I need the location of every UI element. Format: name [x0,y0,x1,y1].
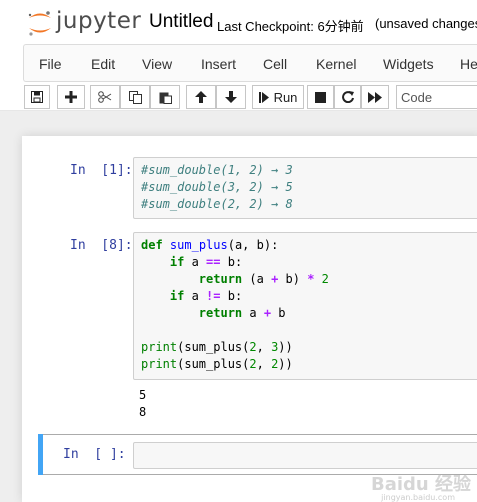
add-cell-icon [65,91,77,103]
menu-kernel[interactable]: Kernel [316,56,356,72]
fast-forward-icon [368,91,382,103]
cell-output: 5 8 [139,387,146,421]
code-line: def sum_plus(a, b): [141,238,279,252]
code-line: #sum_double(2, 2) → 8 [141,197,293,211]
menu-insert[interactable]: Insert [201,56,236,72]
code-line: if a == b: [169,255,243,269]
notebook-header: jupyter Untitled Last Checkpoint: 6分钟前 (… [0,0,477,111]
cut-button[interactable] [90,85,120,109]
menu-edit[interactable]: Edit [91,56,115,72]
menu-help[interactable]: Help [460,56,477,72]
autosave-status: (unsaved changes) [375,16,477,31]
code-text: #sum_double(1, 2) → 3 #sum_double(3, 2) … [141,162,293,213]
input-prompt: In [ ]: [63,447,126,462]
jupyter-logo-text[interactable]: jupyter [56,8,141,34]
copy-icon [128,90,142,104]
save-icon [31,91,43,103]
code-text: def sum_plus(a, b): if a == b: return (a… [141,237,329,373]
paste-button[interactable] [150,85,180,109]
code-line: #sum_double(1, 2) → 3 [141,163,293,177]
notebook-title[interactable]: Untitled [149,11,213,33]
restart-icon [341,91,354,103]
restart-kernel-button[interactable] [334,85,361,109]
output-line: 8 [139,405,147,419]
code-line: #sum_double(3, 2) → 5 [141,180,293,194]
run-button[interactable]: Run [252,85,304,109]
code-line: if a != b: [169,289,243,303]
move-down-icon [225,91,237,103]
stop-icon [315,91,326,103]
copy-button[interactable] [120,85,150,109]
code-line: return (a + b) * 2 [198,272,329,286]
menu-bar: File Edit View Insert Cell Kernel Widget… [23,44,477,82]
code-line: print(sum_plus(2, 2)) [141,357,293,371]
move-up-button[interactable] [186,85,216,109]
watermark-subtext: jingyan.baidu.com [381,493,455,502]
add-cell-button[interactable] [57,85,85,109]
move-down-button[interactable] [216,85,246,109]
move-up-icon [195,91,207,103]
menu-widgets[interactable]: Widgets [383,56,434,72]
cell-type-select[interactable]: Code [396,85,477,109]
selected-cell-indicator [38,434,43,475]
input-prompt: In [8]: [70,238,133,253]
output-line: 5 [139,388,147,402]
input-prompt: In [1]: [70,163,133,178]
jupyter-logo-icon[interactable] [26,9,54,37]
save-button[interactable] [24,85,50,109]
menu-file[interactable]: File [39,56,62,72]
paste-icon [159,92,172,104]
menu-view[interactable]: View [142,56,172,72]
menu-cell[interactable]: Cell [263,56,287,72]
code-line: return a + b [198,306,286,320]
code-line: print(sum_plus(2, 3)) [141,340,293,354]
interrupt-kernel-button[interactable] [307,85,334,109]
code-editor[interactable] [133,442,477,469]
run-button-label: Run [273,89,298,105]
checkpoint-status: Last Checkpoint: 6分钟前 [217,19,364,34]
run-icon [258,91,269,103]
restart-run-all-button[interactable] [361,85,389,109]
cut-icon [98,91,112,103]
